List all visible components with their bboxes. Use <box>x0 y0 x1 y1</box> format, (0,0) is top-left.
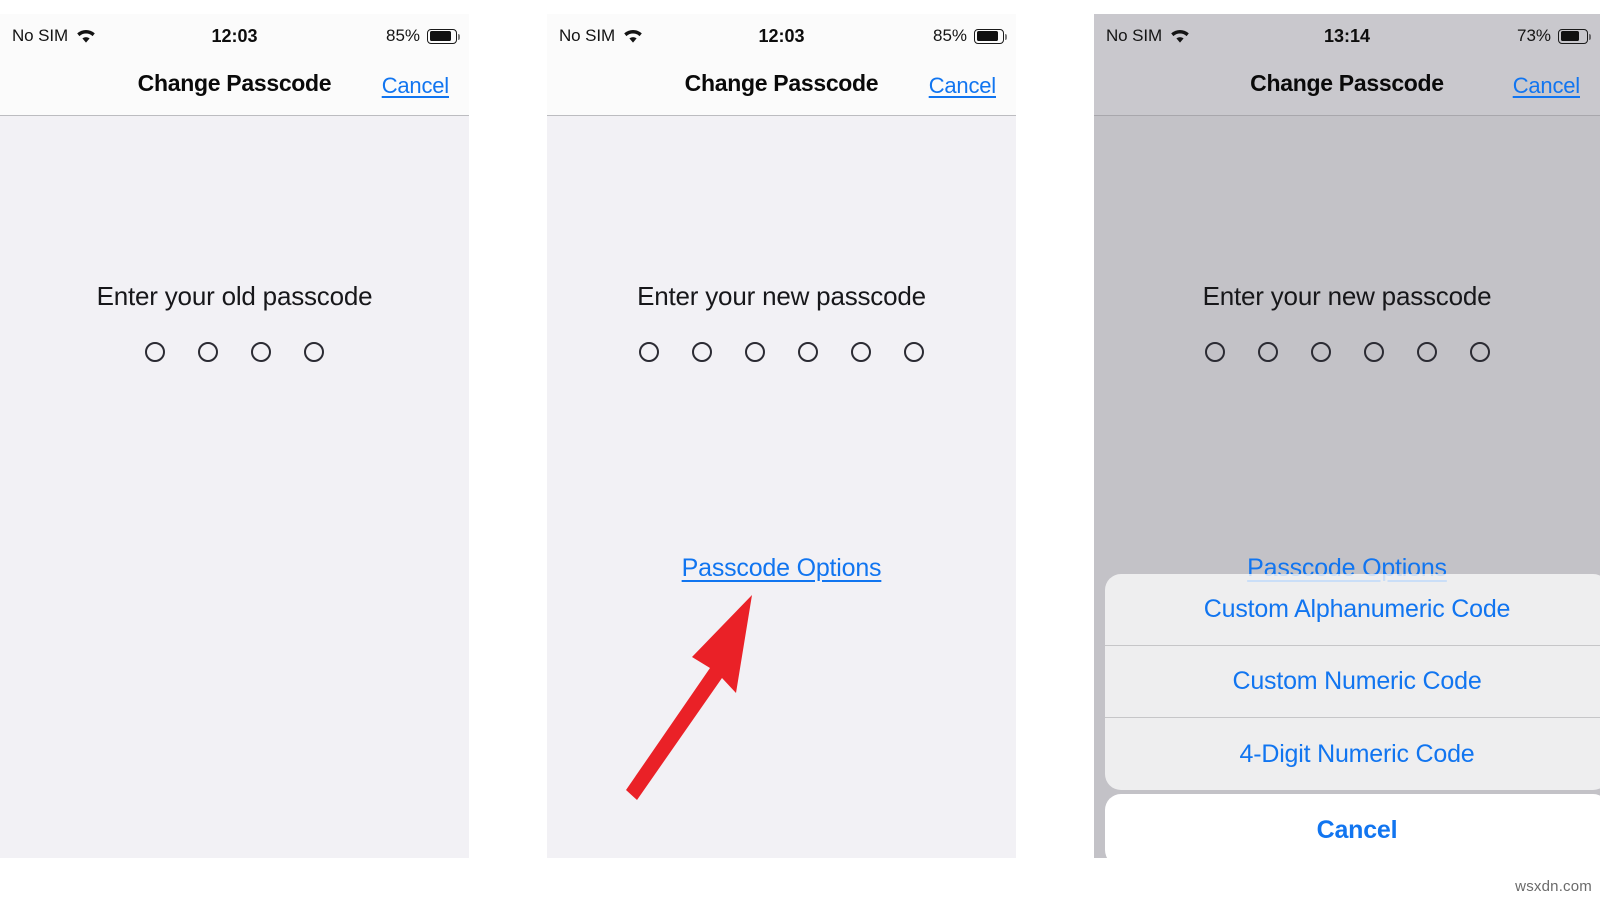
clock-label: 13:14 <box>1323 25 1371 46</box>
status-bar-center: 12:03 <box>211 26 257 47</box>
status-bar: No SIM 12:03 85% <box>0 14 469 58</box>
passcode-dot <box>1310 342 1331 362</box>
status-bar-left: No SIM <box>559 26 758 46</box>
phone-panel-new-passcode: No SIM 12:03 85% Change Passcode Cancel … <box>547 14 1016 858</box>
passcode-dot <box>304 342 324 362</box>
cancel-button[interactable]: Cancel <box>382 73 449 99</box>
navigation-bar: Change Passcode Cancel <box>547 58 1016 116</box>
status-bar: No SIM 12:03 85% <box>547 14 1016 58</box>
screenshot-stage: No SIM 12:03 85% Change Passcode Cancel … <box>0 0 1600 900</box>
passcode-dot <box>1416 342 1437 362</box>
status-bar: No SIM 13:14 73% <box>1094 14 1600 58</box>
passcode-dot <box>1363 342 1384 362</box>
clock-label: 12:03 <box>211 25 258 46</box>
carrier-label: No SIM <box>12 26 69 45</box>
carrier-label: No SIM <box>559 26 616 45</box>
passcode-dots[interactable] <box>0 342 469 362</box>
passcode-dot <box>851 342 871 362</box>
battery-percent-label: 73% <box>1516 26 1552 45</box>
passcode-dots[interactable] <box>547 342 1016 362</box>
action-sheet-option-alphanumeric[interactable]: Custom Alphanumeric Code <box>1105 574 1600 646</box>
battery-icon <box>1558 28 1592 44</box>
cancel-button[interactable]: Cancel <box>929 73 996 99</box>
passcode-dots[interactable] <box>1094 342 1600 362</box>
passcode-dot <box>798 342 818 362</box>
panel-body: Enter your new passcode Passcode Options… <box>1094 116 1600 858</box>
passcode-dot <box>1469 342 1490 362</box>
wifi-icon <box>1169 28 1191 44</box>
passcode-dot <box>251 342 271 362</box>
passcode-dot <box>198 342 218 362</box>
phone-panel-old-passcode: No SIM 12:03 85% Change Passcode Cancel … <box>0 14 469 858</box>
passcode-dot <box>145 342 165 362</box>
carrier-label: No SIM <box>1106 26 1163 45</box>
panel-body: Enter your new passcode Passcode Options <box>547 116 1016 858</box>
action-sheet: Custom Alphanumeric Code Custom Numeric … <box>1105 574 1600 790</box>
action-sheet-option-4digit[interactable]: 4-Digit Numeric Code <box>1105 718 1600 790</box>
passcode-prompt: Enter your old passcode <box>96 281 373 311</box>
status-bar-right: 85% <box>258 26 461 46</box>
wifi-icon <box>75 28 97 44</box>
panel-body: Enter your old passcode <box>0 116 469 858</box>
wifi-icon <box>622 28 644 44</box>
phone-screen: No SIM 13:14 73% Change Passcode Cancel … <box>1094 14 1600 858</box>
phone-screen: No SIM 12:03 85% Change Passcode Cancel … <box>547 14 1016 858</box>
battery-percent-label: 85% <box>932 26 968 45</box>
phone-screen: No SIM 12:03 85% Change Passcode Cancel … <box>0 14 469 858</box>
passcode-options-link[interactable]: Passcode Options <box>547 554 1016 583</box>
clock-label: 12:03 <box>758 25 805 46</box>
phone-panel-passcode-options-sheet: No SIM 13:14 73% Change Passcode Cancel … <box>1094 14 1600 858</box>
passcode-dot <box>904 342 924 362</box>
battery-icon <box>974 28 1008 44</box>
status-bar-left: No SIM <box>1106 26 1324 46</box>
action-sheet-cancel-button[interactable]: Cancel <box>1105 794 1600 858</box>
passcode-dot <box>1257 342 1278 362</box>
passcode-dot <box>692 342 712 362</box>
status-bar-right: 85% <box>805 26 1008 46</box>
passcode-dot <box>1204 342 1225 362</box>
passcode-dot <box>745 342 765 362</box>
navigation-bar: Change Passcode Cancel <box>0 58 469 116</box>
action-sheet-option-numeric[interactable]: Custom Numeric Code <box>1105 646 1600 718</box>
status-bar-center: 13:14 <box>1324 26 1370 47</box>
passcode-dot <box>639 342 659 362</box>
passcode-prompt: Enter your new passcode <box>1202 281 1492 311</box>
cancel-button[interactable]: Cancel <box>1513 73 1580 99</box>
watermark-label: wsxdn.com <box>1515 878 1592 895</box>
battery-percent-label: 85% <box>385 26 421 45</box>
passcode-prompt: Enter your new passcode <box>637 281 926 311</box>
status-bar-center: 12:03 <box>758 26 804 47</box>
battery-icon <box>427 28 461 44</box>
status-bar-right: 73% <box>1370 26 1592 46</box>
navigation-bar: Change Passcode Cancel <box>1094 58 1600 116</box>
status-bar-left: No SIM <box>12 26 211 46</box>
